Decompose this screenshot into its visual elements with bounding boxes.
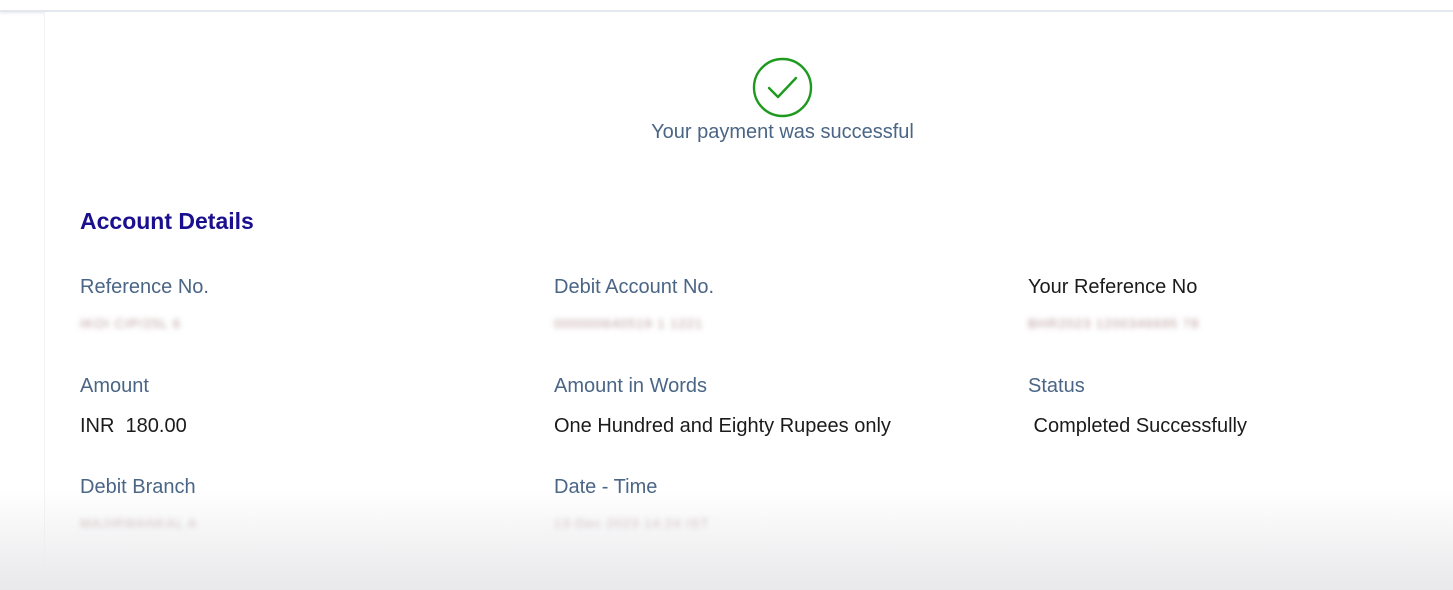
debit-branch-value: MAJIRWANKAL A xyxy=(80,516,198,531)
your-reference-no-value: BHR2023 1200346695 78 xyxy=(1028,316,1200,331)
date-time-value: 13-Dec 2023 14:24 IST xyxy=(554,516,710,531)
account-details-heading: Account Details xyxy=(80,208,254,234)
amount-label: Amount xyxy=(80,375,149,397)
status-value: Completed Successfully xyxy=(1028,415,1247,437)
debit-branch-label: Debit Branch xyxy=(80,476,196,498)
amount-value: INR 180.00 xyxy=(80,415,187,437)
payment-success-message: Your payment was successful xyxy=(651,121,914,143)
your-reference-no-label: Your Reference No xyxy=(1028,276,1198,298)
debit-account-no-value: 000000640519 1 1221 xyxy=(554,316,704,331)
status-label: Status xyxy=(1028,375,1085,397)
amount-in-words-label: Amount in Words xyxy=(554,375,708,397)
amount-in-words-value: One Hundred and Eighty Rupees only xyxy=(554,415,891,437)
debit-account-no-label: Debit Account No. xyxy=(554,276,715,298)
date-time-label: Date - Time xyxy=(554,476,658,498)
top-bar xyxy=(0,0,1453,12)
reference-no-label: Reference No. xyxy=(80,276,209,298)
reference-no-value: IKOI CIP/25L 6 xyxy=(80,316,181,331)
payment-receipt-card xyxy=(44,12,1453,590)
check-circle-icon xyxy=(752,57,813,118)
